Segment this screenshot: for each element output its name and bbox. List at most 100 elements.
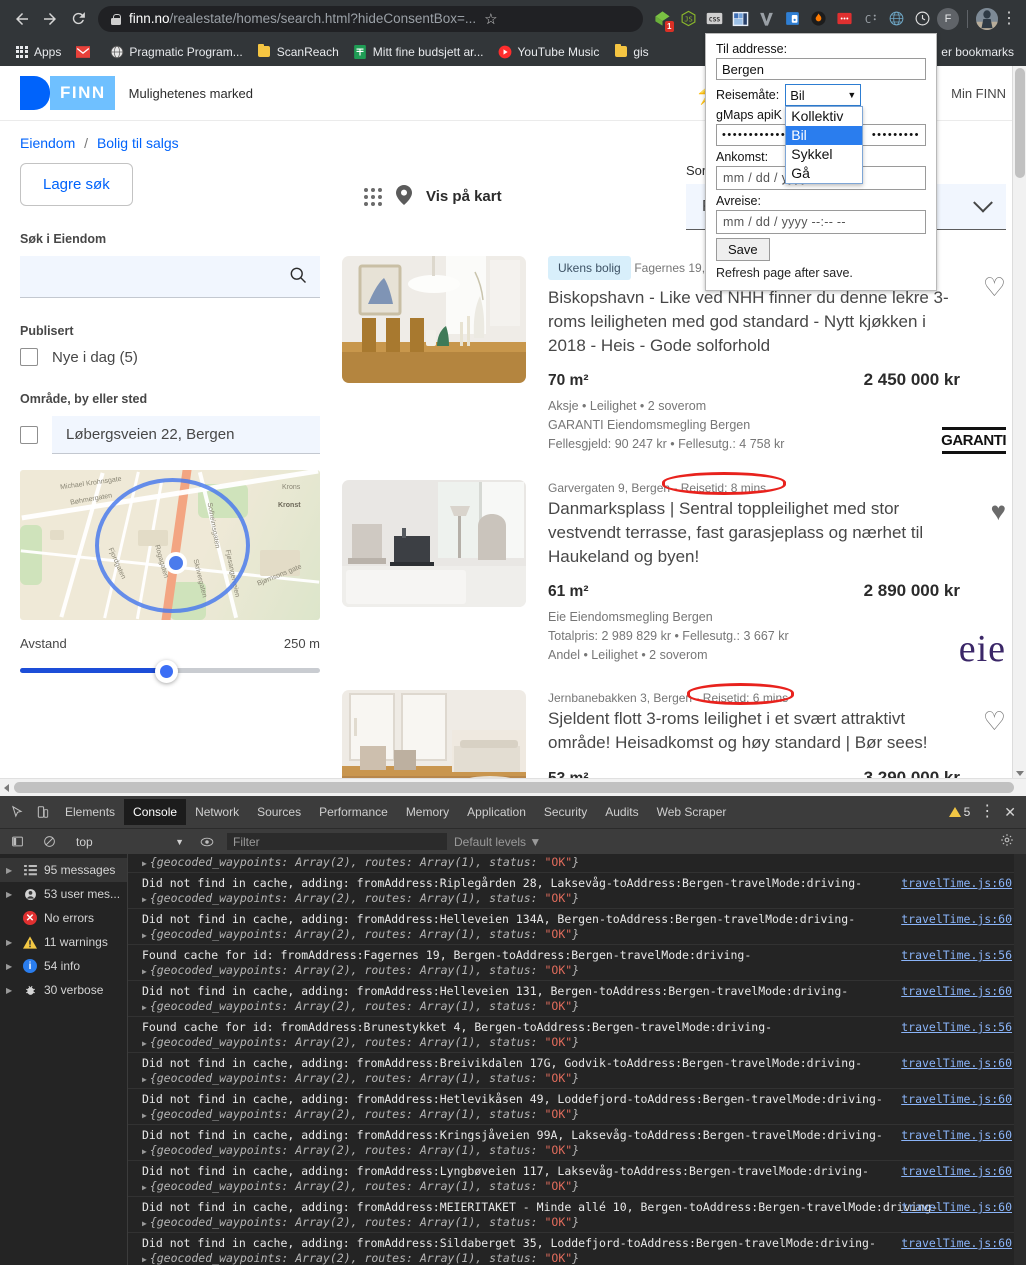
bookmark-gis[interactable]: gis	[607, 41, 656, 62]
colorzilla-extension[interactable]: C	[857, 6, 883, 32]
save-search-button[interactable]: Lagre søk	[20, 163, 133, 206]
scrollbar-thumb[interactable]	[14, 782, 1014, 793]
page-horizontal-scrollbar[interactable]	[0, 778, 1026, 796]
sidebar-item-errors[interactable]: ✕ No errors	[0, 906, 127, 930]
console-line[interactable]: Found cache for id: fromAddress:Brunesty…	[128, 1017, 1026, 1053]
console-source-link[interactable]: travelTime.js:60	[901, 1128, 1012, 1142]
console-object[interactable]: ▶ {geocoded_waypoints: Array(2), routes: …	[142, 1035, 1020, 1049]
console-line[interactable]: Did not find in cache, adding: fromAddre…	[128, 1233, 1026, 1265]
console-line[interactable]: Did not find in cache, adding: fromAddre…	[128, 1161, 1026, 1197]
bookmark-scanreach[interactable]: ScanReach	[251, 41, 347, 62]
tab-elements[interactable]: Elements	[56, 799, 124, 825]
listing-card[interactable]: Jernbanebakken 3, Bergen - Reisetid: 6 m…	[342, 683, 1006, 778]
area-input[interactable]: Løbergsveien 22, Bergen	[52, 416, 320, 454]
bookmark-gmail[interactable]	[69, 41, 103, 62]
travel-mode-option-sykkel[interactable]: Sykkel	[786, 145, 862, 164]
bookmark-budsjett[interactable]: Mitt fine budsjett ar...	[347, 41, 492, 62]
evernote-extension[interactable]: 1	[649, 6, 675, 32]
expand-triangle-icon[interactable]: ▶	[142, 1111, 147, 1120]
forward-arrow-icon[interactable]	[36, 5, 64, 33]
console-object[interactable]: ▶ {geocoded_waypoints: Array(2), routes: …	[142, 927, 1020, 941]
console-line[interactable]: Did not find in cache, adding: fromAddre…	[128, 873, 1026, 909]
bookmark-star-icon[interactable]: ☆	[484, 10, 497, 28]
lastpass-extension[interactable]	[779, 6, 805, 32]
console-source-link[interactable]: travelTime.js:60	[901, 984, 1012, 998]
expand-triangle-icon[interactable]: ▶	[142, 1075, 147, 1084]
scroll-down-arrow-icon[interactable]	[1016, 771, 1024, 776]
tab-network[interactable]: Network	[186, 799, 248, 825]
listing-title[interactable]: Biskopshavn - Like ved NHH finner du den…	[548, 286, 960, 358]
console-scrollbar[interactable]	[1014, 854, 1026, 1265]
expand-triangle-icon[interactable]: ▶	[142, 1147, 147, 1156]
bookmark-apps[interactable]: Apps	[8, 41, 69, 62]
tab-security[interactable]: Security	[535, 799, 596, 825]
tab-performance[interactable]: Performance	[310, 799, 397, 825]
console-object[interactable]: ▶ {geocoded_waypoints: Array(2), routes: …	[142, 963, 1020, 977]
slider-handle[interactable]	[155, 660, 178, 683]
bookmark-pragmatic[interactable]: Pragmatic Program...	[103, 41, 250, 62]
dataminer-extension[interactable]	[727, 6, 753, 32]
scroll-left-arrow-icon[interactable]	[4, 784, 9, 792]
console-source-link[interactable]: travelTime.js:56	[901, 948, 1012, 962]
tab-web-scraper[interactable]: Web Scraper	[648, 799, 736, 825]
reload-icon[interactable]	[64, 5, 92, 33]
expand-arrow-icon[interactable]: ▶	[6, 866, 16, 875]
console-line[interactable]: Did not find in cache, adding: fromAddre…	[128, 1197, 1026, 1233]
back-arrow-icon[interactable]	[8, 5, 36, 33]
sidebar-item-user-messages[interactable]: ▶ 53 user mes...	[0, 882, 127, 906]
webscraper-extension[interactable]	[883, 6, 909, 32]
listing-card[interactable]: Garvergaten 9, Bergen - Reisetid: 8 mins…	[342, 471, 1006, 668]
css-viewer-extension[interactable]: CSS	[701, 6, 727, 32]
console-source-link[interactable]: travelTime.js:60	[901, 912, 1012, 926]
other-bookmarks-label[interactable]: er bookmarks	[941, 45, 1018, 59]
page-vertical-scrollbar[interactable]	[1012, 66, 1026, 778]
tab-memory[interactable]: Memory	[397, 799, 458, 825]
hotjar-extension[interactable]	[805, 6, 831, 32]
favorite-heart-icon[interactable]: ♡	[983, 708, 1006, 734]
expand-triangle-icon[interactable]: ▶	[142, 1219, 147, 1228]
nav-item-min-finn[interactable]: Min FINN	[951, 86, 1006, 101]
clear-console-icon[interactable]	[36, 829, 62, 855]
clock-extension[interactable]	[909, 6, 935, 32]
console-source-link[interactable]: travelTime.js:60	[901, 1164, 1012, 1178]
save-button[interactable]: Save	[716, 238, 770, 261]
sidebar-item-warnings[interactable]: ▶ 11 warnings	[0, 930, 127, 954]
expand-arrow-icon[interactable]: ▶	[6, 938, 16, 947]
travel-mode-option-kollektiv[interactable]: Kollektiv	[786, 107, 862, 126]
listing-image[interactable]	[342, 256, 526, 383]
sidebar-item-info[interactable]: ▶ i 54 info	[0, 954, 127, 978]
console-object[interactable]: ▶ {geocoded_waypoints: Array(2), routes: …	[142, 1215, 1020, 1229]
distance-slider[interactable]	[20, 660, 320, 683]
departure-datetime-input[interactable]: mm / dd / yyyy --:-- --	[716, 210, 926, 234]
console-object[interactable]: ▶ {geocoded_waypoints: Array(2), routes: …	[142, 891, 1020, 905]
view-on-map-button[interactable]: Vis på kart	[364, 184, 502, 209]
bookmark-youtube-music[interactable]: YouTube Music	[492, 41, 608, 62]
kebab-menu-icon[interactable]: ⋮	[978, 804, 996, 820]
expand-triangle-icon[interactable]: ▶	[142, 859, 147, 868]
console-source-link[interactable]: travelTime.js:60	[901, 1056, 1012, 1070]
expand-triangle-icon[interactable]: ▶	[142, 967, 147, 976]
travel-time-popup[interactable]: Til addresse: Reisemåte: Bil ▼ Kollektiv…	[705, 33, 937, 291]
expand-triangle-icon[interactable]: ▶	[142, 895, 147, 904]
travel-mode-option-ga[interactable]: Gå	[786, 164, 862, 183]
console-line[interactable]: Did not find in cache, adding: fromAddre…	[128, 1125, 1026, 1161]
console-filter-input[interactable]: Filter	[226, 832, 448, 851]
breadcrumb-eiendom[interactable]: Eiendom	[20, 135, 75, 151]
console-source-link[interactable]: travelTime.js:60	[901, 1200, 1012, 1214]
travel-mode-option-bil[interactable]: Bil	[786, 126, 863, 146]
favorite-heart-icon[interactable]: ♥	[991, 498, 1006, 524]
expand-arrow-icon[interactable]: ▶	[6, 962, 16, 971]
expand-triangle-icon[interactable]: ▶	[142, 1039, 147, 1048]
grid-view-icon[interactable]	[364, 187, 382, 206]
kebab-menu-icon[interactable]: ⋮	[1000, 10, 1018, 26]
console-source-link[interactable]: travelTime.js:60	[901, 876, 1012, 890]
tab-console[interactable]: Console	[124, 799, 187, 825]
listing-title[interactable]: Danmarksplass | Sentral toppleilighet me…	[548, 497, 960, 569]
expand-triangle-icon[interactable]: ▶	[142, 931, 147, 940]
scrollbar-thumb[interactable]	[1015, 68, 1025, 178]
vimium-extension[interactable]	[753, 6, 779, 32]
console-line[interactable]: Did not find in cache, adding: fromAddre…	[128, 981, 1026, 1017]
console-line[interactable]: Found cache for id: fromAddress:Fagernes…	[128, 945, 1026, 981]
to-address-input[interactable]	[716, 58, 926, 80]
sidebar-item-messages[interactable]: ▶ 95 messages	[0, 858, 127, 882]
